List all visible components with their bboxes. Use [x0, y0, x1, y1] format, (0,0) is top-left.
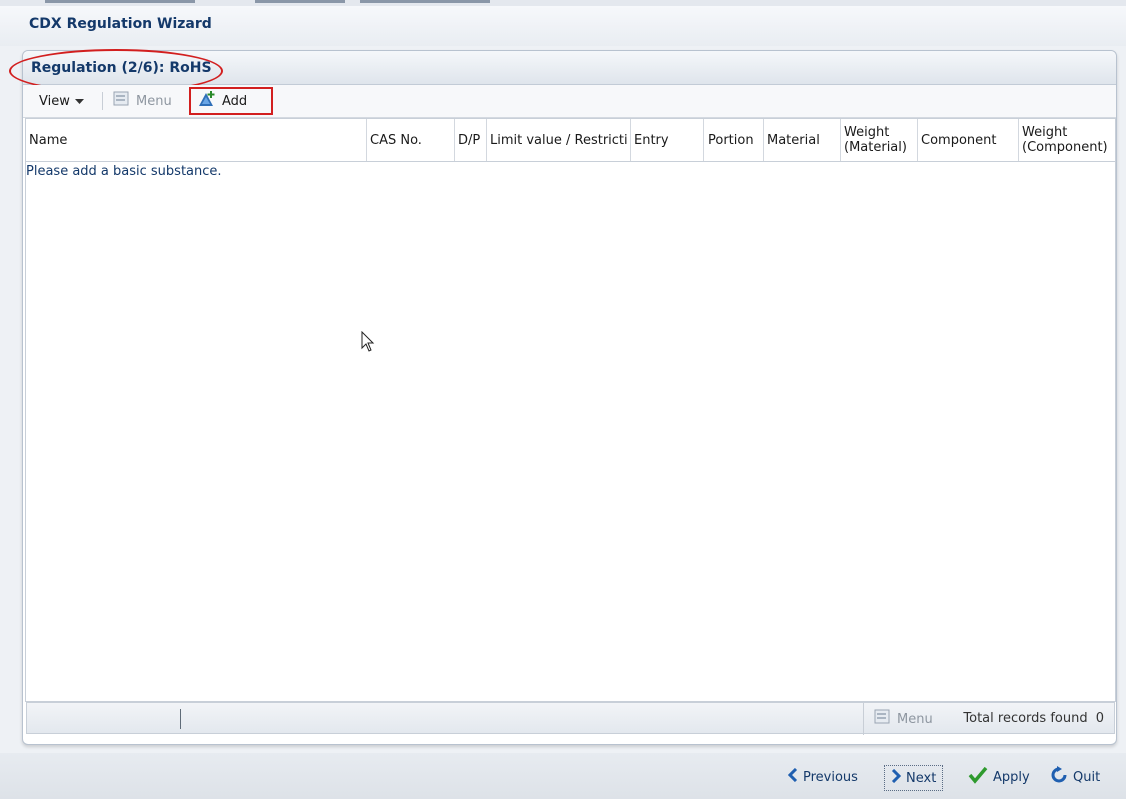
- column-header-material[interactable]: Material: [764, 119, 841, 161]
- footer-menu-button[interactable]: Menu: [874, 709, 933, 729]
- column-header-portion[interactable]: Portion: [704, 119, 764, 161]
- menu-label: Menu: [136, 93, 172, 109]
- footer-menu-label: Menu: [897, 711, 933, 727]
- column-header-weight-component[interactable]: Weight (Component): [1019, 119, 1114, 161]
- column-header-limit[interactable]: Limit value / Restricti: [487, 119, 631, 161]
- panel-header: Regulation (2/6): RoHS: [9, 49, 1116, 93]
- quit-button[interactable]: Quit: [1050, 765, 1100, 789]
- window-titlebar: CDX Regulation Wizard: [0, 6, 1126, 46]
- regulation-panel: Regulation (2/6): RoHS View Menu Add Nam…: [9, 49, 1117, 745]
- panel-title: Regulation (2/6): RoHS: [31, 60, 212, 76]
- menu-icon: [874, 709, 892, 729]
- apply-icon: [968, 766, 988, 788]
- footer-divider: [180, 709, 181, 729]
- apply-label: Apply: [993, 769, 1030, 785]
- next-button[interactable]: Next: [884, 765, 944, 791]
- footer-separator: [863, 703, 864, 735]
- toolbar-divider: [102, 92, 103, 110]
- highlight-box: [189, 87, 273, 115]
- mouse-pointer-icon: [361, 330, 375, 357]
- tab-indicator: [255, 0, 345, 3]
- table-header: Name CAS No. D/P Limit value / Restricti…: [26, 119, 1115, 162]
- apply-button[interactable]: Apply: [968, 765, 1030, 789]
- column-header-weight-material[interactable]: Weight (Material): [841, 119, 918, 161]
- wizard-navigation: Previous Next Apply Quit: [0, 753, 1126, 799]
- toolbar: View Menu Add: [23, 85, 1116, 118]
- table-footer: Menu Total records found 0: [26, 702, 1115, 735]
- next-label: Next: [906, 770, 937, 786]
- record-count: Total records found 0: [963, 711, 1104, 726]
- column-header-component[interactable]: Component: [918, 119, 1019, 161]
- record-count-label: Total records found: [963, 711, 1088, 726]
- previous-icon: [787, 767, 798, 786]
- tab-indicator: [360, 0, 490, 3]
- menu-button[interactable]: Menu: [113, 90, 172, 112]
- previous-button[interactable]: Previous: [787, 765, 858, 789]
- quit-icon: [1050, 766, 1068, 788]
- menu-icon: [113, 91, 131, 111]
- view-label: View: [39, 93, 70, 109]
- next-icon: [891, 768, 902, 787]
- view-menu-button[interactable]: View: [39, 90, 84, 112]
- empty-table-message: Please add a basic substance.: [26, 164, 222, 179]
- column-header-cas[interactable]: CAS No.: [367, 119, 455, 161]
- substance-table: Name CAS No. D/P Limit value / Restricti…: [25, 118, 1116, 735]
- record-count-value: 0: [1095, 711, 1104, 726]
- previous-label: Previous: [803, 769, 858, 785]
- column-header-name[interactable]: Name: [26, 119, 367, 161]
- column-header-dp[interactable]: D/P: [455, 119, 487, 161]
- window-title: CDX Regulation Wizard: [29, 16, 212, 32]
- quit-label: Quit: [1073, 769, 1101, 785]
- chevron-down-icon: [74, 94, 84, 109]
- tab-indicator: [45, 0, 195, 3]
- column-header-entry[interactable]: Entry: [631, 119, 704, 161]
